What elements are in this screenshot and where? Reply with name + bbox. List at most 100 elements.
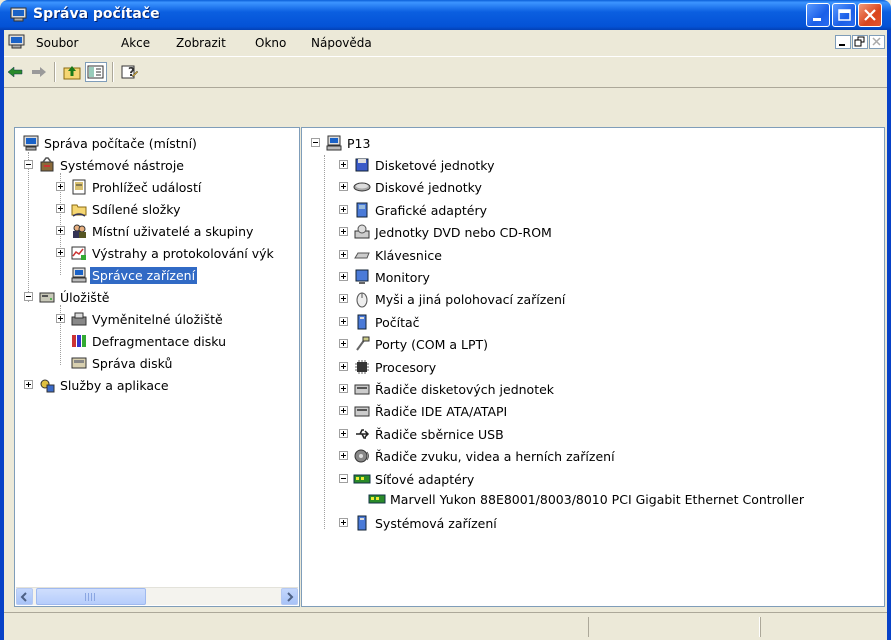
forward-icon[interactable]: [28, 62, 50, 82]
menu-file[interactable]: Soubor: [36, 36, 78, 50]
maximize-icon: [838, 9, 851, 21]
chevron-right-icon: [287, 592, 294, 602]
tools-icon: [40, 157, 54, 172]
collapse-icon[interactable]: [24, 160, 33, 169]
device-list-pane[interactable]: P13 Disketové jednotky Diskové jednotky Gr…: [301, 127, 885, 607]
tree-label: Správa počítače (místní): [44, 136, 197, 151]
expand-icon[interactable]: [339, 361, 348, 371]
minimize-button[interactable]: [806, 3, 830, 27]
device-manager-icon: [71, 267, 87, 283]
menu-action[interactable]: Akce: [121, 36, 150, 50]
status-cell: [588, 617, 760, 637]
mdi-controls: [834, 35, 885, 51]
scroll-left-button[interactable]: [16, 588, 33, 605]
restore-icon: [854, 36, 865, 47]
network-adapter-icon: [353, 474, 371, 484]
processor-icon: [355, 359, 369, 374]
expand-icon[interactable]: [339, 451, 348, 461]
title-bar[interactable]: Správa počítače: [0, 0, 891, 30]
event-viewer-icon: [72, 179, 86, 195]
maximize-button[interactable]: [832, 3, 856, 27]
expand-icon[interactable]: [339, 249, 348, 259]
expand-icon[interactable]: [339, 316, 348, 326]
system-devices-icon: [357, 515, 367, 531]
close-button[interactable]: [858, 3, 882, 27]
expand-icon[interactable]: [339, 204, 348, 214]
removable-storage-icon: [71, 312, 87, 326]
mdi-minimize-button[interactable]: [835, 35, 851, 49]
close-icon: [872, 37, 881, 46]
tree-label: Vyměnitelné úložiště: [92, 312, 223, 327]
expand-icon[interactable]: [339, 428, 348, 438]
services-icon: [40, 379, 55, 393]
scroll-right-button[interactable]: [281, 588, 298, 605]
expand-icon[interactable]: [339, 384, 348, 393]
help-icon[interactable]: ?: [119, 62, 141, 82]
usb-icon: [356, 429, 370, 439]
back-icon[interactable]: [4, 62, 26, 82]
expand-icon[interactable]: [339, 518, 348, 527]
tree-label: Služby a aplikace: [60, 378, 169, 393]
svg-text:?: ?: [128, 65, 135, 79]
keyboard-icon: [354, 252, 370, 259]
close-icon: [864, 9, 876, 21]
menu-help[interactable]: Nápověda: [311, 36, 372, 50]
expand-icon[interactable]: [56, 314, 65, 323]
shared-folder-icon: [71, 204, 87, 217]
expand-icon[interactable]: [56, 204, 65, 213]
mdi-close-button[interactable]: [869, 35, 885, 49]
disk-drive-icon: [353, 182, 371, 192]
horizontal-scrollbar[interactable]: [16, 587, 298, 605]
console-tree-pane[interactable]: Správa počítače (místní) Systémové nástr…: [14, 127, 300, 607]
window-title: Správa počítače: [33, 6, 160, 22]
status-bar: [0, 612, 891, 640]
status-cell: [760, 617, 888, 637]
storage-icon: [39, 292, 55, 303]
port-icon: [356, 336, 370, 351]
mdi-restore-button[interactable]: [852, 35, 868, 49]
expand-icon[interactable]: [56, 226, 65, 235]
device-label: P13: [347, 136, 371, 151]
computer-management-icon: [23, 135, 39, 151]
show-hide-tree-button[interactable]: [85, 62, 107, 82]
device-label: Řadiče disketových jednotek: [375, 382, 555, 397]
expand-icon[interactable]: [56, 248, 65, 257]
monitor-icon: [355, 269, 369, 284]
scrollbar-thumb[interactable]: [36, 588, 146, 605]
collapse-icon[interactable]: [311, 138, 320, 147]
up-level-icon[interactable]: [61, 62, 83, 82]
menu-bar: Soubor Akce Zobrazit Okno Nápověda: [0, 30, 891, 57]
mouse-icon: [356, 292, 368, 308]
sound-icon: [354, 449, 369, 463]
collapse-icon[interactable]: [24, 292, 33, 301]
expand-icon[interactable]: [56, 182, 65, 191]
device-label: Porty (COM a LPT): [375, 337, 489, 353]
expand-icon[interactable]: [339, 272, 348, 281]
collapse-icon[interactable]: [339, 473, 348, 483]
device-label: Jednotky DVD nebo CD-ROM: [375, 225, 552, 241]
tree-label: Správa disků: [92, 356, 173, 371]
device-label: Klávesnice: [375, 247, 442, 263]
device-label: Monitory: [375, 270, 430, 285]
expand-icon[interactable]: [339, 227, 348, 237]
performance-logs-icon: [71, 246, 86, 260]
expand-icon[interactable]: [339, 406, 348, 416]
expand-icon[interactable]: [339, 294, 348, 304]
device-label: Myši a jiná polohovací zařízení: [375, 292, 566, 308]
device-label: Systémová zařízení: [375, 516, 497, 531]
expand-icon[interactable]: [24, 380, 33, 389]
menu-window[interactable]: Okno: [255, 36, 286, 50]
console-menu-icon[interactable]: [8, 34, 26, 50]
cdrom-icon: [354, 224, 370, 239]
expand-icon[interactable]: [339, 182, 348, 192]
tree-label-selected: Správce zařízení: [90, 267, 198, 284]
expand-icon[interactable]: [339, 160, 348, 169]
expand-icon[interactable]: [339, 339, 348, 349]
tree-label: Sdílené složky: [92, 202, 181, 217]
pc-icon: [357, 314, 367, 330]
disk-management-icon: [71, 357, 87, 369]
minimize-icon: [839, 44, 845, 46]
device-label: Síťové adaptéry: [375, 471, 475, 487]
menu-view[interactable]: Zobrazit: [176, 36, 226, 50]
floppy-controller-icon: [354, 384, 370, 395]
